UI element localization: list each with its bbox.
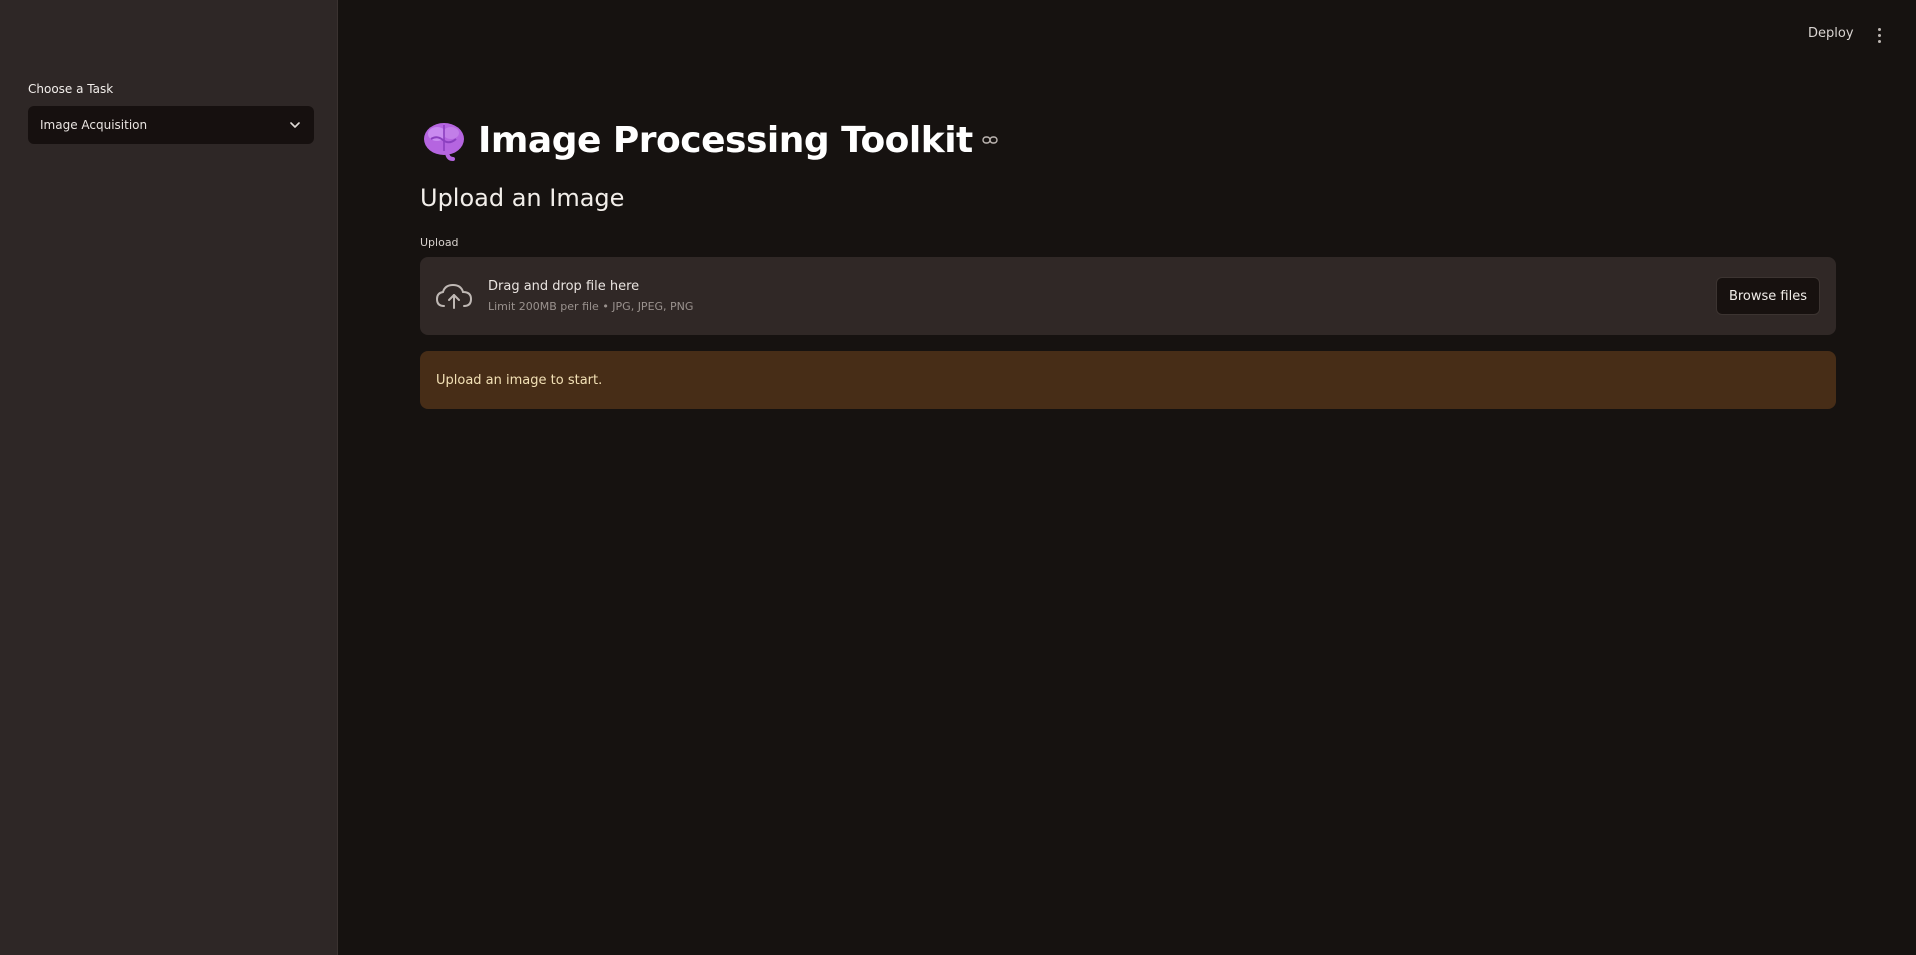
- file-uploader-dropzone[interactable]: Drag and drop file here Limit 200MB per …: [420, 257, 1836, 335]
- brain-icon: [420, 117, 468, 163]
- menu-dot: [1877, 39, 1881, 43]
- warning-alert: Upload an image to start.: [420, 351, 1836, 409]
- browse-files-button[interactable]: Browse files: [1715, 277, 1820, 315]
- chevron-down-icon: [288, 118, 302, 132]
- task-select[interactable]: Image Acquisition: [28, 106, 314, 144]
- task-select-label: Choose a Task: [28, 82, 114, 96]
- section-heading: Upload an Image: [420, 184, 625, 212]
- vertical-ellipsis-icon[interactable]: [1872, 26, 1886, 44]
- menu-dot: [1877, 33, 1881, 37]
- alert-text: Upload an image to start.: [436, 372, 603, 388]
- sidebar: Choose a Task Image Acquisition: [0, 0, 338, 955]
- main-content: Image Processing Toolkit Upload an Image…: [420, 110, 1836, 409]
- uploader-label: Upload: [420, 236, 459, 249]
- uploader-text: Drag and drop file here Limit 200MB per …: [488, 279, 693, 313]
- task-select-value: Image Acquisition: [40, 118, 148, 132]
- uploader-primary-text: Drag and drop file here: [488, 279, 640, 294]
- title-row: Image Processing Toolkit: [420, 110, 1836, 170]
- menu-dot: [1877, 27, 1881, 31]
- link-anchor-icon[interactable]: [981, 133, 999, 147]
- deploy-button[interactable]: Deploy: [1808, 26, 1854, 41]
- uploader-limit-text: Limit 200MB per file • JPG, JPEG, PNG: [488, 300, 694, 313]
- page-title: Image Processing Toolkit: [478, 119, 973, 161]
- cloud-upload-icon: [432, 281, 476, 311]
- app-root: Choose a Task Image Acquisition Deploy I…: [0, 0, 1916, 955]
